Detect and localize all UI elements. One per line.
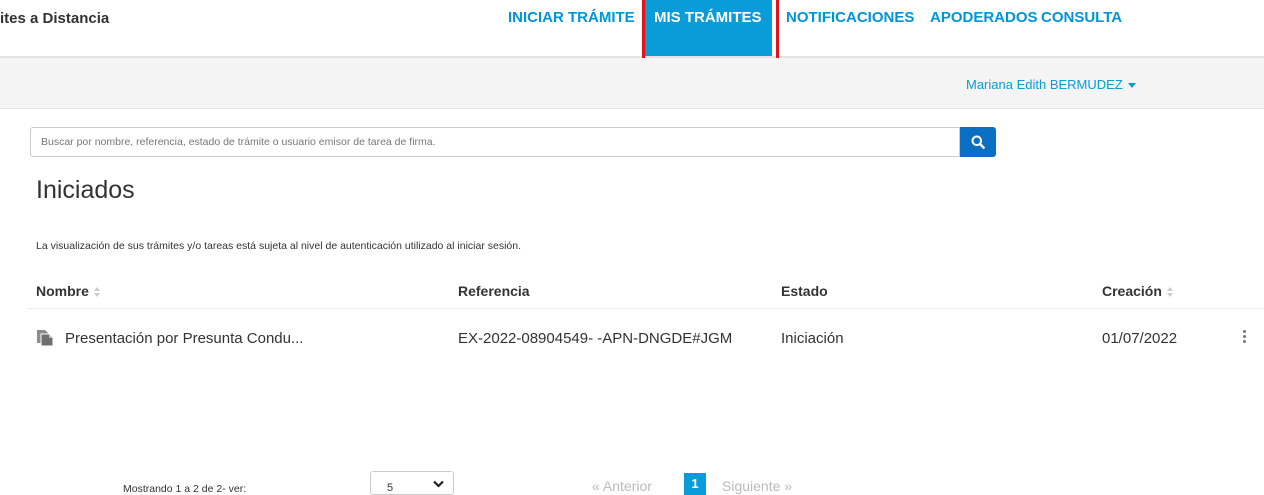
- cell-nombre[interactable]: Presentación por Presunta Condu...: [65, 330, 303, 347]
- nav-mis-tramites[interactable]: MIS TRÁMITES: [644, 0, 772, 56]
- search-input[interactable]: [30, 127, 960, 157]
- nav-notificaciones[interactable]: NOTIFICACIONES: [786, 0, 914, 56]
- row-menu-icon[interactable]: [1241, 330, 1247, 346]
- sort-icon: [1166, 287, 1173, 298]
- caret-down-icon: [1127, 83, 1136, 89]
- cell-creacion: 01/07/2022: [1102, 330, 1178, 347]
- auth-notice: La visualización de sus trámites y/o tar…: [36, 240, 522, 252]
- table-divider: [28, 308, 1264, 309]
- cell-estado: Iniciación: [781, 330, 844, 347]
- brand-title: ites a Distancia: [0, 10, 110, 27]
- user-name: Mariana Edith BERMUDEZ: [966, 77, 1123, 92]
- pagination-summary: Mostrando 1 a 2 de 2- ver:: [123, 483, 247, 495]
- page-size-select[interactable]: 5: [370, 471, 454, 495]
- chevron-down-icon: [433, 480, 444, 488]
- sort-icon: [93, 287, 100, 298]
- user-bar: Mariana Edith BERMUDEZ: [0, 58, 1264, 109]
- pagination-prev[interactable]: « Anterior: [592, 478, 652, 494]
- user-menu[interactable]: Mariana Edith BERMUDEZ: [966, 77, 1136, 92]
- pagination-current-page[interactable]: 1: [684, 473, 706, 495]
- top-navbar: ites a Distancia INICIAR TRÁMITE MIS TRÁ…: [0, 0, 1264, 58]
- search-icon: [971, 135, 985, 149]
- column-header-nombre[interactable]: Nombre: [36, 283, 101, 299]
- nav-consulta[interactable]: CONSULTA: [1041, 0, 1122, 56]
- column-header-estado: Estado: [781, 283, 828, 299]
- page-title: Iniciados: [36, 176, 135, 204]
- nav-iniciar-tramite[interactable]: INICIAR TRÁMITE: [508, 0, 635, 56]
- cell-referencia: EX-2022-08904549- -APN-DNGDE#JGM: [458, 330, 733, 347]
- document-icon: [37, 330, 54, 347]
- search-button[interactable]: [960, 127, 996, 157]
- column-header-referencia: Referencia: [458, 283, 530, 299]
- pagination-next[interactable]: Siguiente »: [722, 478, 792, 494]
- nav-apoderados[interactable]: APODERADOS: [930, 0, 1038, 56]
- column-header-creacion[interactable]: Creación: [1102, 283, 1174, 299]
- page-size-value: 5: [387, 482, 394, 494]
